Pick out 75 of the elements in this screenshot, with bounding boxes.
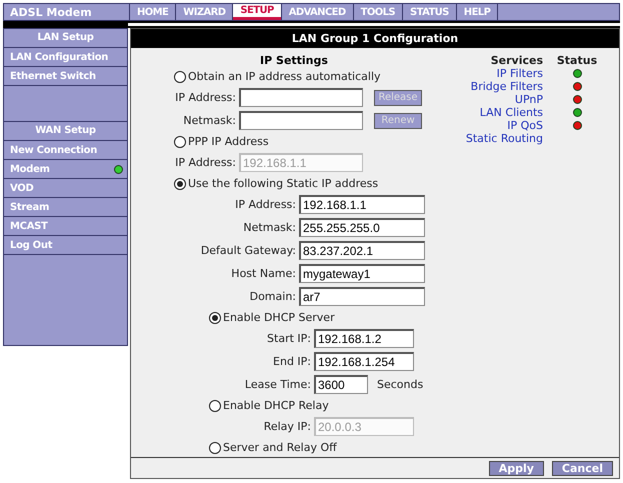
brand-title: ADSL Modem (4, 4, 129, 20)
nav-tab[interactable]: HOME (130, 4, 176, 20)
input-field[interactable]: 255.255.255.0 (299, 218, 425, 237)
sidebar-item[interactable]: Stream (4, 198, 127, 217)
nav-tab[interactable]: TOOLS (354, 4, 402, 20)
field-label: IP Address: (174, 91, 236, 104)
input-field[interactable] (239, 88, 363, 107)
field-label: Netmask: (242, 221, 296, 234)
sidebar-heading: WAN Setup (4, 122, 127, 141)
field-label: End IP: (272, 355, 311, 368)
action-button[interactable]: Renew (374, 112, 422, 128)
nav-tab[interactable]: SETUP (233, 4, 281, 20)
field-label: Start IP: (266, 332, 311, 345)
sidebar-item[interactable]: MCAST (4, 217, 127, 236)
input-field[interactable]: 192.168.1.254 (314, 352, 414, 371)
column-heading: Services (490, 54, 543, 67)
panel-title: LAN Group 1 Configuration (131, 29, 619, 48)
sidebar-item[interactable]: Modem (4, 160, 127, 179)
sidebar-item[interactable]: LAN Configuration (4, 48, 127, 67)
unit-label: Seconds (377, 378, 424, 391)
input-field[interactable]: 192.168.1.1 (299, 195, 425, 214)
radio-button[interactable] (174, 178, 186, 190)
column-heading: Status (556, 54, 598, 67)
nav-tab[interactable]: ADVANCED (282, 4, 353, 20)
service-link[interactable]: IP Filters (451, 67, 543, 80)
sidebar-item-label: Log Out (10, 240, 52, 250)
radio-button[interactable] (209, 400, 221, 412)
field-label: Relay IP: (262, 420, 311, 433)
sidebar-item[interactable]: VOD (4, 179, 127, 198)
footer-button[interactable]: Apply (488, 460, 544, 476)
radio-label: Enable DHCP Relay (223, 399, 329, 412)
input-field[interactable]: ar7 (299, 287, 425, 306)
nav-tab[interactable]: HELP (456, 4, 498, 20)
sidebar-item-label: New Connection (10, 144, 98, 156)
field-label: Lease Time: (244, 378, 311, 391)
radio-button[interactable] (174, 136, 186, 148)
sidebar-heading: LAN Setup (4, 29, 127, 48)
input-field[interactable] (239, 111, 363, 130)
sidebar-item-label: VOD (10, 182, 34, 194)
footer-button[interactable]: Cancel (552, 460, 613, 476)
field-label: Domain: (248, 290, 296, 303)
field-label: Host Name: (230, 267, 296, 280)
field-label: Netmask: (182, 114, 236, 127)
radio-label: Enable DHCP Server (223, 311, 335, 324)
sidebar-item[interactable]: Log Out (4, 236, 127, 255)
radio-label: Use the following Static IP address (188, 177, 378, 190)
radio-label: PPP IP Address (188, 135, 269, 148)
sidebar-item-label: Ethernet Switch (10, 70, 96, 82)
nav-tab[interactable]: WIZARD (176, 4, 232, 20)
nav-tab[interactable]: STATUS (403, 4, 456, 20)
radio-label: Obtain an IP address automatically (188, 70, 381, 83)
input-field[interactable]: 83.237.202.1 (299, 241, 425, 260)
sidebar-item[interactable]: Ethernet Switch (4, 67, 127, 86)
input-field[interactable]: 3600 (314, 375, 368, 394)
sidebar-item[interactable]: New Connection (4, 141, 127, 160)
field-label: IP Address: (174, 156, 236, 169)
service-link[interactable]: UPnP (451, 93, 543, 106)
sidebar-item-label: Stream (10, 202, 50, 212)
input-field[interactable]: mygateway1 (299, 264, 425, 283)
service-link[interactable]: Bridge Filters (451, 80, 543, 93)
radio-label: Server and Relay Off (223, 441, 337, 454)
radio-button[interactable] (209, 312, 221, 324)
radio-button[interactable] (174, 70, 186, 82)
input-field[interactable]: 192.168.1.2 (314, 329, 414, 348)
action-button[interactable]: Release (374, 90, 422, 106)
service-link[interactable]: LAN Clients (451, 106, 543, 119)
sidebar-item-label: Modem (10, 164, 50, 174)
sidebar-item-label: MCAST (10, 220, 48, 232)
service-link[interactable]: Static Routing (451, 132, 543, 145)
section-heading: IP Settings (259, 54, 329, 67)
sidebar-item-label: LAN Configuration (10, 52, 108, 62)
radio-button[interactable] (209, 442, 221, 454)
field-label: Default Gateway: (200, 244, 296, 257)
field-label: IP Address: (234, 198, 296, 211)
service-link[interactable]: IP QoS (451, 119, 543, 132)
